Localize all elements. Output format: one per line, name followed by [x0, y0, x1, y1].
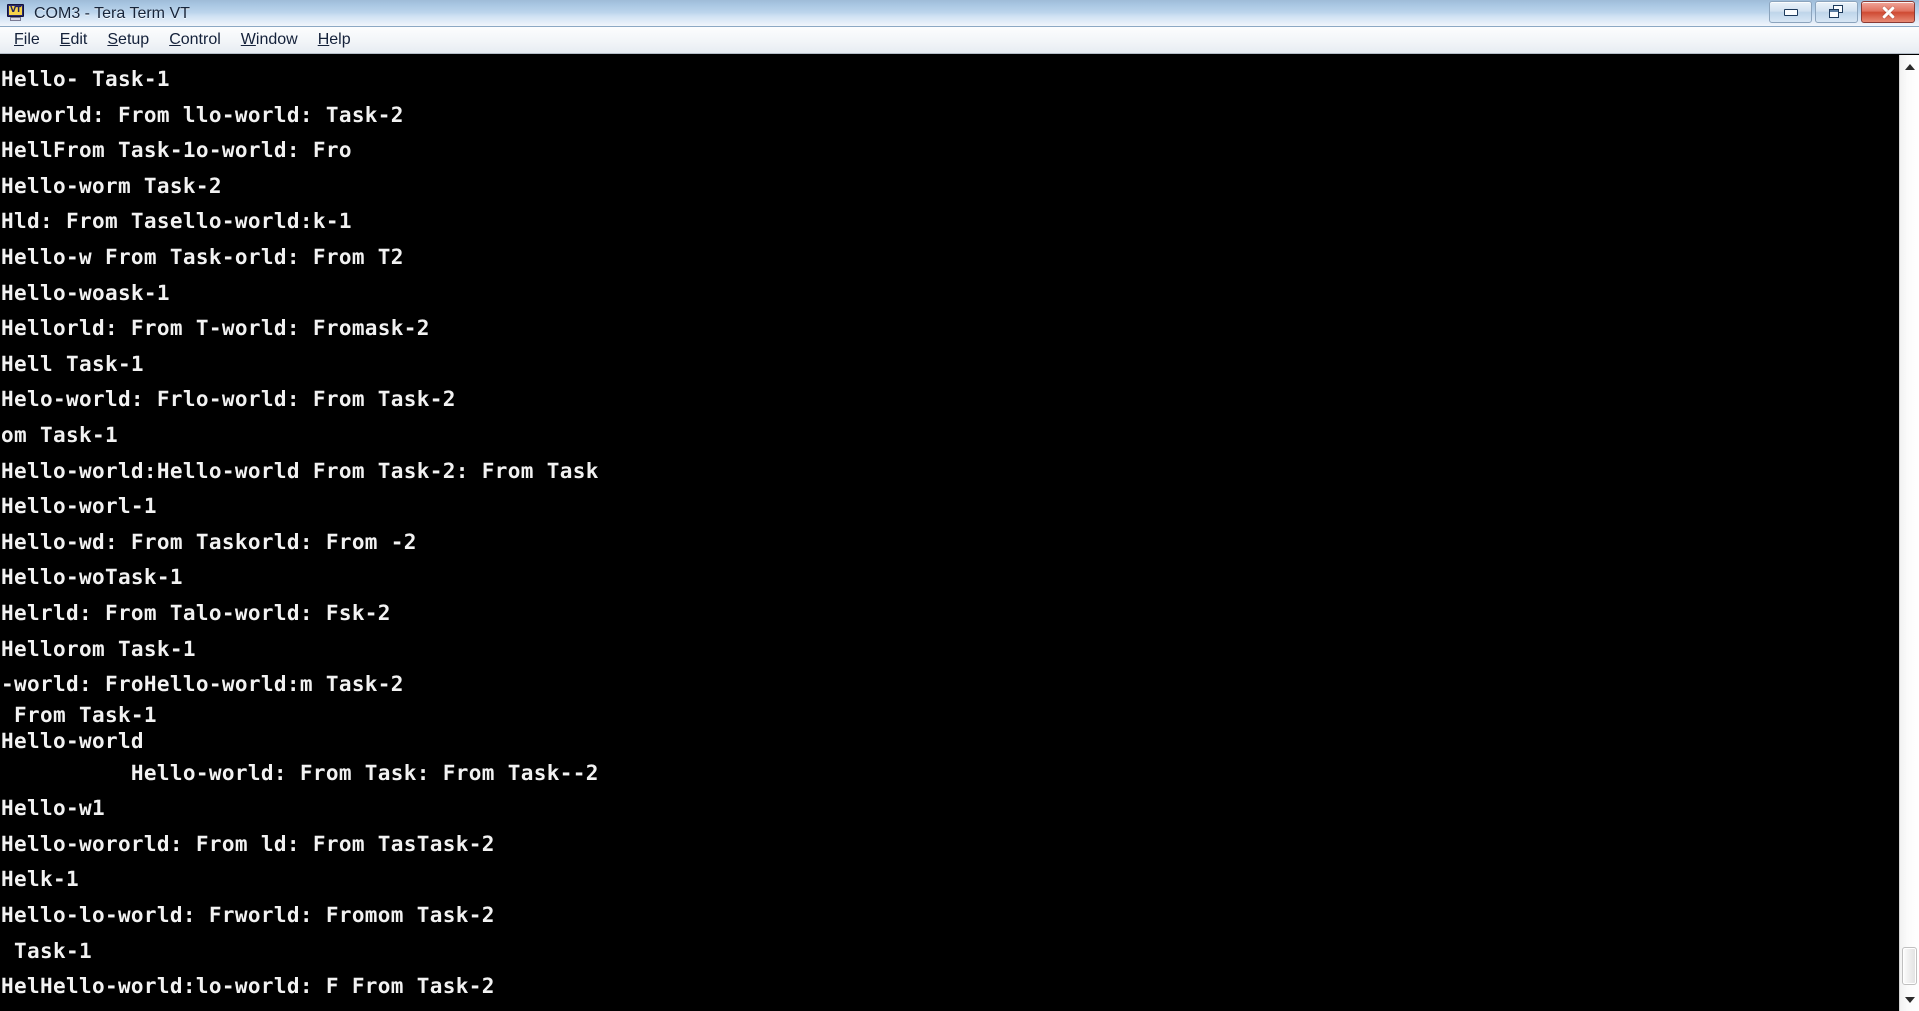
terminal-line: Hello-w1: [1, 796, 105, 821]
window-controls: [1769, 1, 1915, 23]
title-bar: VT COM3 - Tera Term VT: [0, 0, 1919, 27]
terminal-line: Hellorom Task-1: [1, 636, 196, 661]
menu-item-edit[interactable]: Edit: [50, 28, 98, 53]
terminal-line: HellFrom Task-1o-world: Fro: [1, 138, 352, 163]
menu-accel-control: C: [169, 30, 181, 48]
terminal-line: Hello-world: From Task: From Task--2: [1, 760, 599, 785]
scroll-down-arrow-icon: [1904, 996, 1915, 1003]
menu-item-help[interactable]: Help: [308, 28, 361, 53]
menu-item-control[interactable]: Control: [159, 28, 231, 53]
terminal-line: Hello-worm Task-2: [1, 173, 222, 198]
terminal-vt-icon[interactable]: VT: [6, 4, 26, 22]
minimize-button[interactable]: [1769, 1, 1812, 23]
icon-monitor-stand: [10, 17, 21, 21]
terminal-line: Hellorld: From T-world: Fromask-2: [1, 316, 430, 341]
menu-label-help: elp: [329, 30, 351, 48]
menu-accel-setup: S: [107, 30, 119, 48]
menu-accel-edit: E: [59, 30, 71, 48]
terminal-line: Helrld: From Talo-world: Fsk-2: [1, 600, 391, 625]
terminal-line: Hello-wororld: From ld: From TasTask-2: [1, 831, 495, 856]
menu-item-window[interactable]: Window: [231, 28, 308, 53]
terminal-line: Heworld: From llo-world: Task-2: [1, 102, 404, 127]
terminal-line: Hello-world: [1, 728, 144, 753]
terminal-line: Task-1: [1, 938, 92, 963]
terminal-line: om Task-1: [1, 422, 118, 447]
scrollbar-thumb[interactable]: [1902, 947, 1917, 985]
terminal-line: Hell Task-1: [1, 351, 144, 376]
terminal-output-area[interactable]: Hello- Task-1 Heworld: From llo-world: Ta…: [0, 55, 1899, 1011]
terminal-line: -world: FroHello-world:m Task-2: [1, 672, 404, 697]
restore-icon: [1829, 5, 1844, 19]
menu-accel-window: W: [240, 30, 256, 48]
terminal-line: Hello-wd: From Taskorld: From -2: [1, 529, 417, 554]
restore-button[interactable]: [1815, 1, 1858, 23]
menu-label-control: ontrol: [180, 30, 221, 48]
close-button[interactable]: [1861, 1, 1915, 23]
icon-vt-label: VT: [10, 5, 21, 14]
terminal-line: Hello-worl-1: [1, 494, 157, 519]
terminal-scrollbar[interactable]: [1899, 55, 1919, 1011]
scroll-up-button[interactable]: [1900, 57, 1919, 76]
menu-accel-file: F: [14, 30, 24, 48]
menu-label-window: indow: [255, 30, 298, 48]
menu-bar: File Edit Setup Control Window Help: [0, 27, 1919, 54]
terminal-line: Helo-world: Frlo-world: From Task-2: [1, 387, 456, 412]
menu-item-file[interactable]: File: [4, 28, 50, 53]
terminal-line: Hello-woask-1: [1, 280, 170, 305]
terminal-line: Helk-1: [1, 867, 79, 892]
terminal-line: Hello-world:Hello-world From Task-2: Fro…: [1, 458, 599, 483]
scroll-down-button[interactable]: [1900, 990, 1919, 1009]
menu-label-file: ile: [23, 30, 40, 48]
close-icon: [1881, 5, 1896, 20]
menu-label-setup: etup: [118, 30, 150, 48]
terminal-line: HelHello-world:lo-world: F From Task-2: [1, 974, 495, 999]
terminal-line: Hld: From Tasello-world:k-1: [1, 209, 352, 234]
tera-term-window: VT COM3 - Tera Term VT File Edit Setup Cont…: [0, 0, 1919, 1011]
terminal-line: Hello-lo-world: Frworld: Fromom Task-2: [1, 903, 495, 928]
menu-accel-help: H: [317, 30, 330, 48]
minimize-icon: [1783, 8, 1798, 16]
terminal-line: Hello-woTask-1: [1, 565, 183, 590]
terminal-line: Hello- Task-1: [1, 67, 170, 91]
scroll-up-arrow-icon: [1904, 63, 1915, 70]
menu-item-setup[interactable]: Setup: [97, 28, 159, 53]
terminal-line: Hello-w From Task-orld: From T2: [1, 244, 404, 269]
terminal-line: From Task-1: [1, 702, 157, 727]
window-title: COM3 - Tera Term VT: [34, 4, 190, 22]
menu-label-edit: dit: [70, 30, 88, 48]
terminal-lines: Hello- Task-1 Heworld: From llo-world: Ta…: [0, 55, 1899, 1005]
